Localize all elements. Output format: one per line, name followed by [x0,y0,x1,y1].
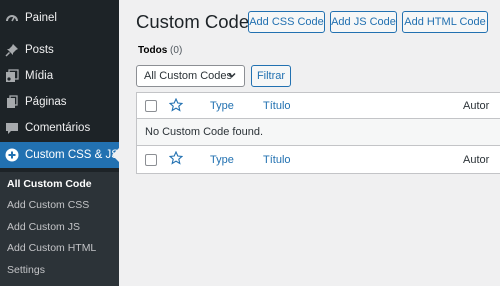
column-type[interactable]: Type [210,100,234,112]
plus-circle-icon [5,148,19,162]
column-author-footer: Autor [463,153,490,166]
menu-item-label: Painel [25,12,57,24]
empty-message: No Custom Code found. [145,126,264,138]
table-row: No Custom Code found. [137,119,500,146]
menu-item-paginas[interactable]: Páginas [0,89,119,115]
menu-item-painel[interactable]: Painel [0,5,119,31]
star-icon[interactable] [168,97,184,117]
submenu-all-custom-code[interactable]: All Custom Code [7,178,92,190]
star-icon[interactable] [168,150,184,170]
code-type-select[interactable]: All Custom Codes [136,65,245,87]
menu-item-comentarios[interactable]: Comentários [0,115,119,141]
column-title[interactable]: Título [263,100,291,112]
submenu-settings[interactable]: Settings [7,264,45,276]
select-all-checkbox-footer[interactable] [145,153,157,166]
menu-item-label: Mídia [25,70,54,82]
menu-item-custom-css-js[interactable]: Custom CSS & JS [0,142,119,168]
comments-icon [5,121,19,135]
menu-item-label: Custom CSS & JS [25,149,119,161]
add-html-code-button[interactable]: Add HTML Code [402,11,488,33]
submenu-add-custom-js[interactable]: Add Custom JS [7,221,80,233]
dashboard-icon [5,11,19,25]
pages-icon [5,95,19,109]
submenu: All Custom Code Add Custom CSS Add Custo… [0,172,119,286]
submenu-add-custom-html[interactable]: Add Custom HTML [7,242,96,254]
pin-icon [5,43,19,57]
table-header-row: Type Título Autor [137,93,500,119]
chevron-down-icon [227,70,237,83]
select-all-checkbox[interactable] [145,99,157,112]
menu-item-label: Páginas [25,96,67,108]
filter-button[interactable]: Filtrar [251,65,291,87]
column-title-footer[interactable]: Título [263,154,291,166]
page-title: Custom Code [136,11,250,32]
view-filter-all[interactable]: Todos (0) [138,45,182,56]
codes-table: Type Título Autor No Custom Code found. … [136,92,500,174]
add-js-code-button[interactable]: Add JS Code [330,11,397,33]
submenu-add-custom-css[interactable]: Add Custom CSS [7,199,89,211]
menu-item-midia[interactable]: Mídia [0,63,119,89]
view-label: Todos [138,45,168,56]
media-icon [5,69,19,83]
select-value: All Custom Codes [144,70,233,82]
view-count: (0) [170,45,183,56]
menu-item-label: Comentários [25,122,91,134]
admin-sidebar: Painel Posts Mídia Páginas Comentários C… [0,0,119,286]
table-footer-row: Type Título Autor [137,146,500,173]
menu-item-posts[interactable]: Posts [0,37,119,63]
column-author: Autor [463,99,490,112]
add-css-code-button[interactable]: Add CSS Code [248,11,325,33]
column-type-footer[interactable]: Type [210,154,234,166]
menu-item-label: Posts [25,44,54,56]
